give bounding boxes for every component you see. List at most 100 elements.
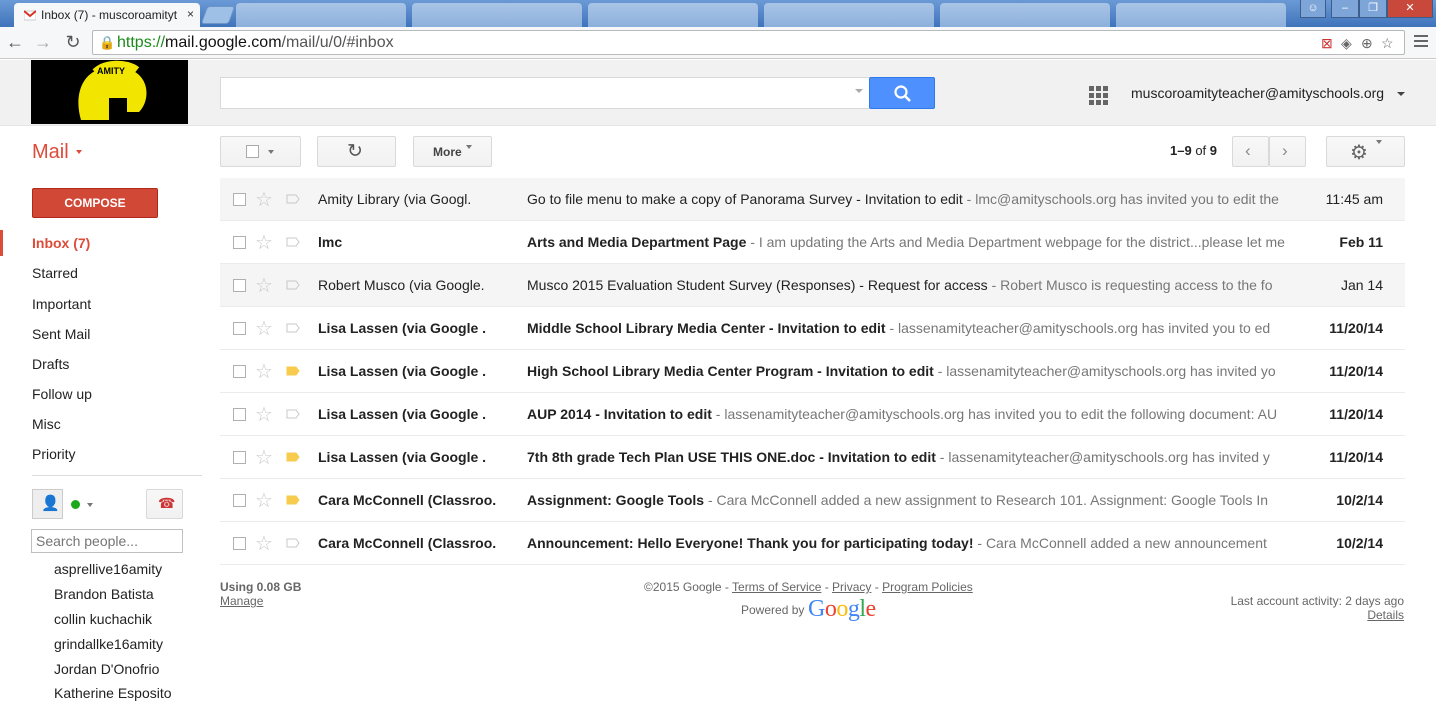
select-checkbox[interactable] bbox=[246, 145, 259, 158]
mail-menu-label[interactable]: Mail bbox=[32, 141, 69, 164]
star-icon[interactable]: ☆ bbox=[255, 531, 273, 556]
star-icon[interactable]: ☆ bbox=[255, 187, 273, 212]
contact-item[interactable]: collin kuchachik bbox=[54, 611, 152, 627]
importance-marker-icon[interactable] bbox=[286, 323, 300, 333]
star-icon[interactable]: ☆ bbox=[255, 359, 273, 384]
mail-caret-icon[interactable] bbox=[76, 150, 82, 154]
browser-tab-active[interactable]: Inbox (7) - muscoroamityt × bbox=[14, 3, 200, 27]
terms-link[interactable]: Terms of Service bbox=[732, 580, 821, 594]
sidebar-item-follow-up[interactable]: Follow up bbox=[32, 386, 92, 402]
tab-close-icon[interactable]: × bbox=[187, 7, 194, 21]
contact-item[interactable]: Jordan D'Onofrio bbox=[54, 661, 159, 677]
sidebar-item-starred[interactable]: Starred bbox=[32, 265, 78, 281]
contact-item[interactable]: grindallke16amity bbox=[54, 636, 163, 652]
message-row[interactable]: ☆ Robert Musco (via Google. Musco 2015 Eva… bbox=[220, 264, 1405, 307]
program-policies-link[interactable]: Program Policies bbox=[882, 580, 973, 594]
message-checkbox[interactable] bbox=[233, 365, 246, 378]
status-caret-icon[interactable] bbox=[87, 503, 93, 507]
details-link[interactable]: Details bbox=[1367, 608, 1404, 622]
account-caret-icon[interactable] bbox=[1397, 92, 1405, 96]
search-input[interactable] bbox=[220, 77, 870, 109]
reload-icon[interactable]: ↻ bbox=[62, 32, 84, 53]
message-checkbox[interactable] bbox=[233, 279, 246, 292]
browser-menu-icon[interactable] bbox=[1414, 35, 1428, 50]
importance-marker-icon[interactable] bbox=[286, 194, 300, 204]
message-row[interactable]: ☆ lmc Arts and Media Department Page - I a… bbox=[220, 221, 1405, 264]
message-row[interactable]: ☆ Cara McConnell (Classroo. Assignment: Go… bbox=[220, 479, 1405, 522]
sidebar-item-drafts[interactable]: Drafts bbox=[32, 356, 69, 372]
importance-marker-icon[interactable] bbox=[286, 452, 300, 462]
avatar[interactable]: 👤 bbox=[32, 489, 63, 519]
importance-marker-icon[interactable] bbox=[286, 366, 300, 376]
browser-tab-inactive[interactable] bbox=[588, 3, 758, 27]
search-options-caret-icon[interactable] bbox=[855, 89, 863, 93]
message-checkbox[interactable] bbox=[233, 494, 246, 507]
older-page-button[interactable]: › bbox=[1269, 136, 1306, 167]
browser-tab-inactive[interactable] bbox=[412, 3, 582, 27]
sidebar-item-inbox[interactable]: Inbox (7) bbox=[32, 235, 90, 251]
star-icon[interactable]: ☆ bbox=[255, 445, 273, 470]
forward-arrow-icon[interactable]: → bbox=[32, 32, 54, 53]
importance-marker-icon[interactable] bbox=[286, 409, 300, 419]
user-icon[interactable]: ☺ bbox=[1300, 0, 1326, 18]
refresh-button[interactable]: ↻ bbox=[317, 136, 396, 167]
importance-marker-icon[interactable] bbox=[286, 495, 300, 505]
message-content: Musco 2015 Evaluation Student Survey (Re… bbox=[527, 277, 1287, 293]
status-dot-icon[interactable] bbox=[71, 500, 80, 509]
translate-icon[interactable]: ◈ bbox=[1341, 35, 1352, 52]
contact-item[interactable]: Katherine Esposito bbox=[54, 685, 172, 701]
privacy-link[interactable]: Privacy bbox=[832, 580, 871, 594]
message-checkbox[interactable] bbox=[233, 236, 246, 249]
hangout-call-button[interactable]: ☎ bbox=[146, 489, 183, 519]
browser-tab-inactive[interactable] bbox=[940, 3, 1110, 27]
sidebar-item-priority[interactable]: Priority bbox=[32, 446, 76, 462]
importance-marker-icon[interactable] bbox=[286, 538, 300, 548]
bookmark-star-icon[interactable]: ☆ bbox=[1381, 35, 1394, 52]
more-button[interactable]: More bbox=[413, 136, 492, 167]
sidebar-item-important[interactable]: Important bbox=[32, 296, 91, 312]
message-row[interactable]: ☆ Lisa Lassen (via Google . Middle School … bbox=[220, 307, 1405, 350]
browser-tab-inactive[interactable] bbox=[764, 3, 934, 27]
sidebar-item-misc[interactable]: Misc bbox=[32, 416, 61, 432]
minimize-icon[interactable]: – bbox=[1331, 0, 1359, 18]
apps-grid-icon[interactable] bbox=[1089, 86, 1108, 105]
back-arrow-icon[interactable]: ← bbox=[4, 32, 26, 53]
browser-tab-inactive[interactable] bbox=[1116, 3, 1286, 27]
amity-logo[interactable]: AMITY bbox=[31, 60, 188, 124]
search-button[interactable] bbox=[869, 77, 935, 109]
message-row[interactable]: ☆ Amity Library (via Googl. Go to file men… bbox=[220, 178, 1405, 221]
importance-marker-icon[interactable] bbox=[286, 280, 300, 290]
settings-button[interactable]: ⚙ bbox=[1326, 136, 1405, 167]
message-checkbox[interactable] bbox=[233, 537, 246, 550]
address-bar[interactable]: 🔒 https://mail.google.com/mail/u/0/#inbo… bbox=[92, 30, 1405, 55]
select-all-button[interactable] bbox=[220, 136, 301, 167]
star-icon[interactable]: ☆ bbox=[255, 316, 273, 341]
message-checkbox[interactable] bbox=[233, 408, 246, 421]
compose-button[interactable]: COMPOSE bbox=[32, 188, 158, 218]
blocked-popup-icon[interactable]: ⊠ bbox=[1321, 35, 1333, 52]
sidebar-item-sent-mail[interactable]: Sent Mail bbox=[32, 326, 90, 342]
star-icon[interactable]: ☆ bbox=[255, 230, 273, 255]
star-icon[interactable]: ☆ bbox=[255, 488, 273, 513]
newer-page-button[interactable]: ‹ bbox=[1232, 136, 1269, 167]
restore-icon[interactable]: ❐ bbox=[1359, 0, 1387, 18]
zoom-icon[interactable]: ⊕ bbox=[1361, 35, 1373, 52]
message-row[interactable]: ☆ Cara McConnell (Classroo. Announcement: … bbox=[220, 522, 1405, 565]
contact-item[interactable]: asprellive16amity bbox=[54, 561, 162, 577]
message-row[interactable]: ☆ Lisa Lassen (via Google . 7th 8th grade … bbox=[220, 436, 1405, 479]
search-people-input[interactable] bbox=[31, 529, 183, 553]
message-checkbox[interactable] bbox=[233, 451, 246, 464]
contact-item[interactable]: Brandon Batista bbox=[54, 586, 154, 602]
message-checkbox[interactable] bbox=[233, 193, 246, 206]
message-row[interactable]: ☆ Lisa Lassen (via Google . AUP 2014 - Inv… bbox=[220, 393, 1405, 436]
message-checkbox[interactable] bbox=[233, 322, 246, 335]
importance-marker-icon[interactable] bbox=[286, 237, 300, 247]
browser-tab-inactive[interactable] bbox=[236, 3, 406, 27]
message-row[interactable]: ☆ Lisa Lassen (via Google . High School Li… bbox=[220, 350, 1405, 393]
star-icon[interactable]: ☆ bbox=[255, 273, 273, 298]
account-email[interactable]: muscoroamityteacher@amityschools.org bbox=[1131, 85, 1384, 101]
star-icon[interactable]: ☆ bbox=[255, 402, 273, 427]
new-tab-button[interactable] bbox=[200, 6, 236, 24]
manage-link[interactable]: Manage bbox=[220, 594, 263, 608]
window-close-icon[interactable]: ✕ bbox=[1387, 0, 1433, 18]
